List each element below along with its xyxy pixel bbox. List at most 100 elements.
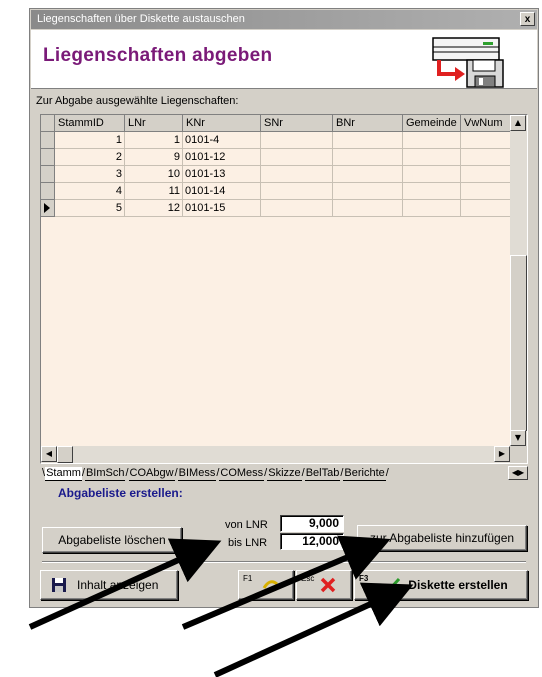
bis-lnr-label: bis LNR xyxy=(228,537,268,549)
von-lnr-label: von LNR xyxy=(225,519,268,531)
grid-cell[interactable]: 4 xyxy=(55,183,125,200)
liegenschaften-grid[interactable]: StammID LNr KNr SNr BNr Gemeinde VwNum 1 1 0101-4… xyxy=(40,114,528,464)
grid-cell[interactable]: 0101-12 xyxy=(183,149,261,166)
grid-cell[interactable] xyxy=(333,183,403,200)
add-to-list-button[interactable]: zur Abgabeliste hinzufügen xyxy=(357,525,527,551)
cancel-x-icon xyxy=(320,577,336,593)
tab-coabgw[interactable]: COAbgw xyxy=(128,467,175,481)
grid-caption: Zur Abgabe ausgewählte Liegenschaften: xyxy=(36,95,239,107)
row-selector[interactable] xyxy=(41,166,55,183)
row-selector[interactable] xyxy=(41,132,55,149)
clear-list-button[interactable]: Abgabeliste löschen xyxy=(42,527,182,553)
create-diskette-button[interactable]: F3 Diskette erstellen xyxy=(354,570,528,600)
tab-bimess[interactable]: BIMess xyxy=(177,467,217,481)
grid-cell[interactable] xyxy=(333,149,403,166)
grid-cell[interactable] xyxy=(261,132,333,149)
grid-cell[interactable]: 11 xyxy=(125,183,183,200)
grid-cell[interactable] xyxy=(461,149,510,166)
scroll-right-icon[interactable]: ▶ xyxy=(494,446,510,462)
show-content-label: Inhalt anzeigen xyxy=(77,578,159,592)
grid-cell[interactable] xyxy=(261,166,333,183)
scroll-down-icon[interactable]: ▼ xyxy=(510,430,526,446)
divider xyxy=(42,561,526,563)
dialog-window: Liegenschaften über Diskette austauschen… xyxy=(29,8,539,608)
grid-cell[interactable]: 12 xyxy=(125,200,183,217)
checkmark-icon xyxy=(382,577,401,593)
tab-beltab[interactable]: BelTab xyxy=(304,467,341,481)
create-diskette-label: Diskette erstellen xyxy=(408,578,508,592)
header-panel: Liegenschaften abgeben xyxy=(31,30,537,89)
von-lnr-input[interactable]: 9,000 xyxy=(280,515,344,532)
grid-cell[interactable]: 5 xyxy=(55,200,125,217)
show-content-button[interactable]: Inhalt anzeigen xyxy=(40,570,178,600)
tab-separator: / xyxy=(385,467,389,479)
help-arrow-icon xyxy=(262,580,278,589)
grid-cell[interactable]: 0101-14 xyxy=(183,183,261,200)
tab-scroll-arrows-icon[interactable]: ◀▶ xyxy=(508,466,528,480)
grid-cell[interactable] xyxy=(403,200,461,217)
grid-body: StammID LNr KNr SNr BNr Gemeinde VwNum 1 1 0101-4… xyxy=(41,115,510,446)
scroll-corner xyxy=(510,446,527,463)
grid-cell[interactable]: 3 xyxy=(55,166,125,183)
diskette-transfer-icon xyxy=(432,37,504,88)
close-button[interactable]: x xyxy=(520,12,535,26)
grid-cell[interactable] xyxy=(261,183,333,200)
esc-key-label: Esc xyxy=(301,574,315,583)
grid-cell[interactable] xyxy=(403,149,461,166)
grid-cell[interactable] xyxy=(333,166,403,183)
column-header[interactable]: BNr xyxy=(333,115,403,132)
grid-cell[interactable]: 0101-13 xyxy=(183,166,261,183)
grid-cell[interactable] xyxy=(261,200,333,217)
row-selector[interactable] xyxy=(41,149,55,166)
grid-cell[interactable] xyxy=(403,166,461,183)
column-header[interactable]: KNr xyxy=(183,115,261,132)
scroll-thumb[interactable] xyxy=(510,255,527,431)
tab-stamm[interactable]: Stamm xyxy=(45,467,82,481)
f1-key-label: F1 xyxy=(243,574,253,583)
help-button[interactable]: F1 xyxy=(238,570,294,600)
page-title: Liegenschaften abgeben xyxy=(43,45,273,66)
grid-cell[interactable] xyxy=(261,149,333,166)
grid-cell[interactable]: 0101-4 xyxy=(183,132,261,149)
grid-cell[interactable]: 2 xyxy=(55,149,125,166)
column-header[interactable]: LNr xyxy=(125,115,183,132)
bis-lnr-input[interactable]: 12,000 xyxy=(280,533,344,550)
row-selector[interactable] xyxy=(41,183,55,200)
tab-berichte[interactable]: Berichte xyxy=(343,467,386,481)
f3-key-label: F3 xyxy=(359,574,369,583)
grid-cell[interactable] xyxy=(461,132,510,149)
grid-cell[interactable] xyxy=(461,183,510,200)
window-title: Liegenschaften über Diskette austauschen xyxy=(37,13,245,25)
grid-cell[interactable] xyxy=(403,132,461,149)
tab-skizze[interactable]: Skizze xyxy=(267,467,302,481)
cancel-button[interactable]: Esc xyxy=(296,570,352,600)
grid-cell[interactable] xyxy=(403,183,461,200)
column-header[interactable]: StammID xyxy=(55,115,125,132)
grid-cell[interactable] xyxy=(461,166,510,183)
scroll-left-icon[interactable]: ◀ xyxy=(41,446,57,462)
title-bar: Liegenschaften über Diskette austauschen… xyxy=(31,10,537,29)
grid-cell[interactable]: 10 xyxy=(125,166,183,183)
grid-cell[interactable]: 0101-15 xyxy=(183,200,261,217)
grid-cell[interactable] xyxy=(461,200,510,217)
grid-cell[interactable] xyxy=(333,132,403,149)
column-header[interactable]: SNr xyxy=(261,115,333,132)
floppy-disk-icon xyxy=(52,578,66,592)
hscroll-thumb[interactable] xyxy=(57,446,73,463)
tab-bimsch[interactable]: BImSch xyxy=(84,467,126,481)
horizontal-scrollbar[interactable]: ◀ ▶ xyxy=(41,446,510,463)
current-row-pointer-icon xyxy=(44,203,50,213)
grid-cell[interactable]: 9 xyxy=(125,149,183,166)
grid-corner-header xyxy=(41,115,55,132)
tab-comess[interactable]: COMess xyxy=(219,467,265,481)
scroll-up-icon[interactable]: ▲ xyxy=(510,115,526,131)
grid-cell[interactable]: 1 xyxy=(125,132,183,149)
section-title: Abgabeliste erstellen: xyxy=(58,486,183,500)
grid-cell[interactable] xyxy=(333,200,403,217)
grid-cell[interactable]: 1 xyxy=(55,132,125,149)
column-header[interactable]: VwNum xyxy=(461,115,510,132)
tab-strip: \Stamm/BImSch/COAbgw/BIMess/COMess/Skizz… xyxy=(42,467,389,481)
column-header[interactable]: Gemeinde xyxy=(403,115,461,132)
vertical-scrollbar[interactable]: ▲ ▼ xyxy=(510,115,527,446)
row-selector[interactable] xyxy=(41,200,55,217)
